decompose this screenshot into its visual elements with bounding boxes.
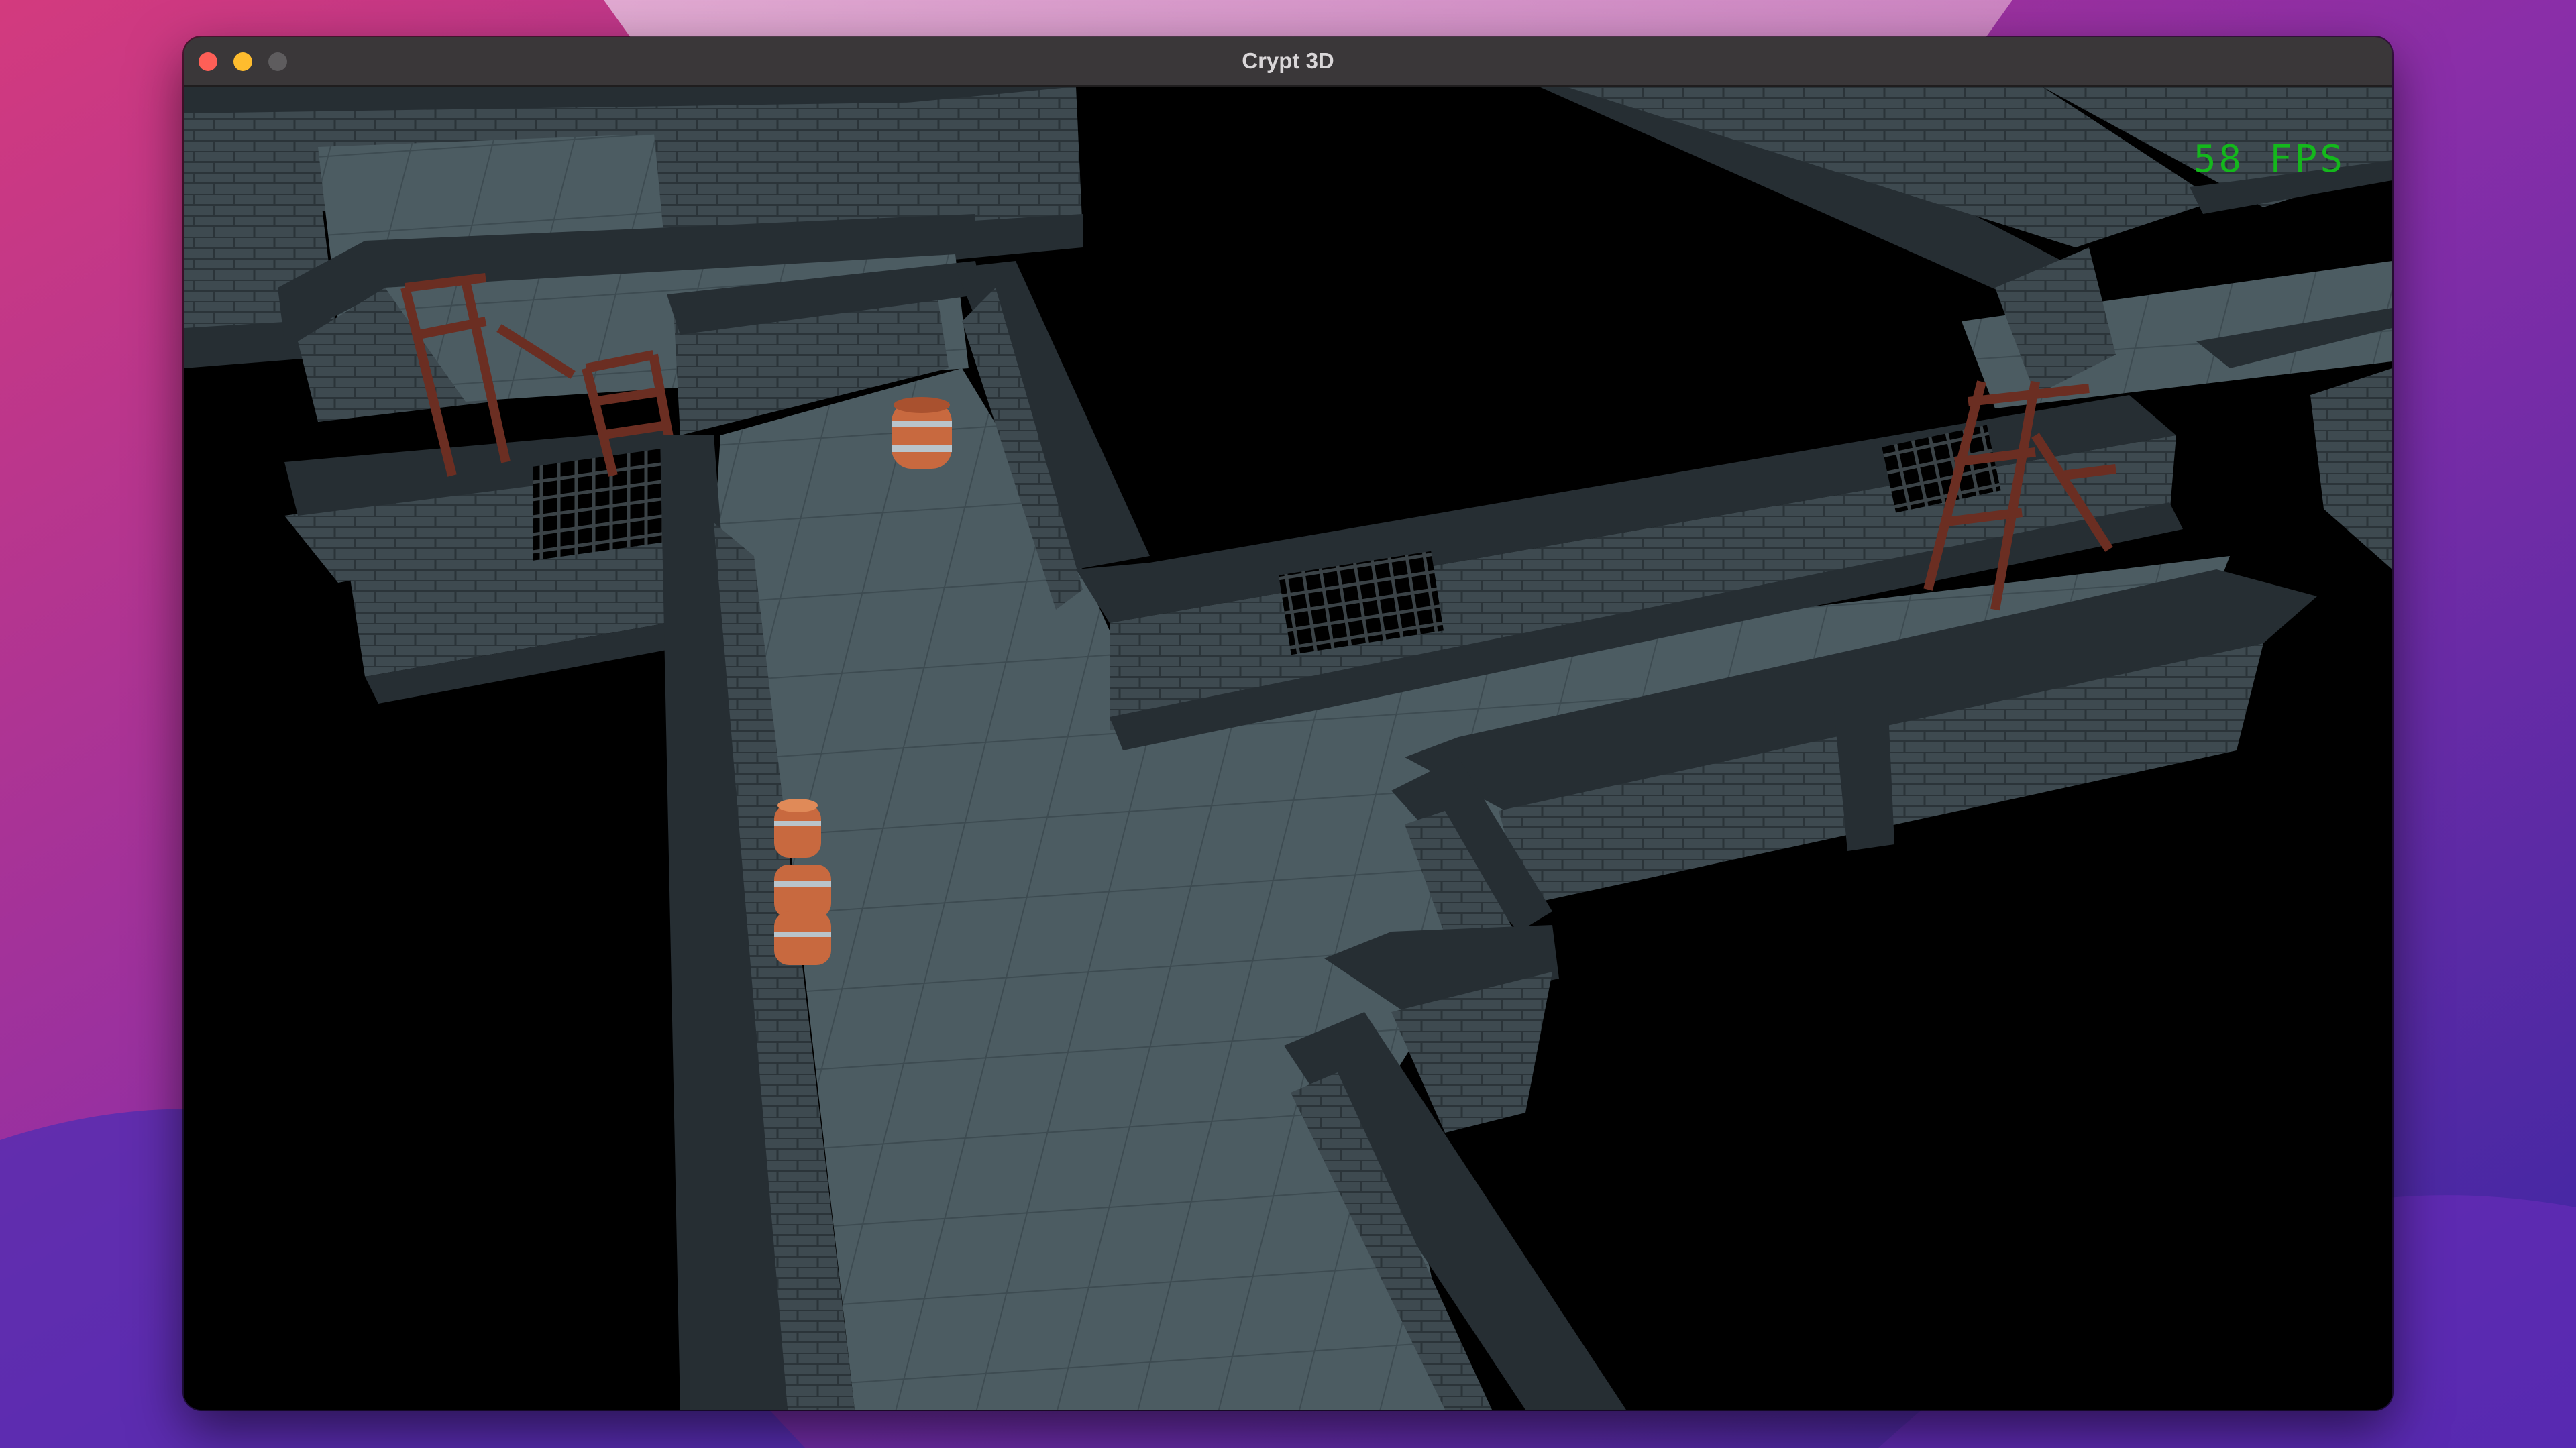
app-window: Crypt 3D 58 FPS <box>184 37 2392 1410</box>
fps-counter: 58 FPS <box>2193 137 2345 181</box>
title-bar: Crypt 3D <box>184 37 2392 87</box>
window-title: Crypt 3D <box>1242 48 1334 73</box>
dungeon-scene <box>184 87 2392 1410</box>
left-prison-grate <box>533 447 667 561</box>
game-viewport[interactable]: 58 FPS <box>184 87 2392 1410</box>
barrel-top <box>892 397 952 469</box>
